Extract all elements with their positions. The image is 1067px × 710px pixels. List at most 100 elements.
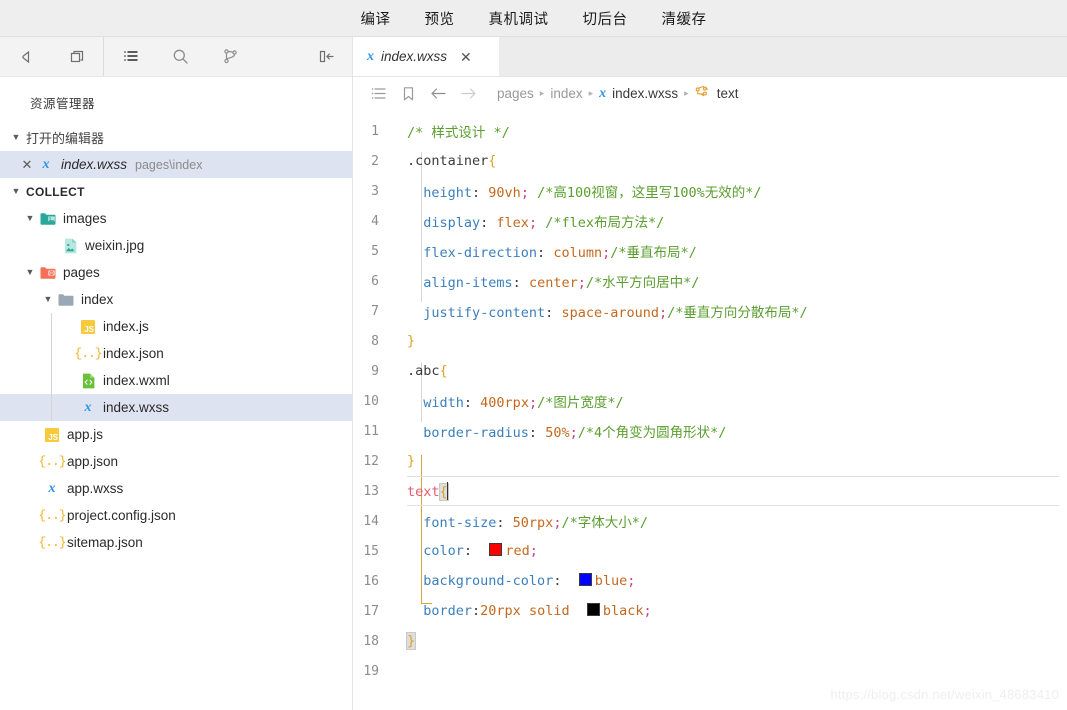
topbar-item-clear-cache[interactable]: 清缓存 [660, 6, 709, 31]
section-project-collect[interactable]: ▼ COLLECT [0, 178, 352, 205]
breadcrumb-item-index-wxss[interactable]: index.wxss [612, 86, 678, 101]
code-line: 5 flex-direction: column;/*垂直布局*/ [353, 236, 1067, 266]
explorer-icon[interactable] [118, 45, 142, 69]
code-token-punc: ; [528, 215, 538, 231]
breadcrumb: pages ▸ index ▸ x index.wxss ▸ text [497, 85, 738, 103]
code-line-text: } [393, 632, 417, 650]
sidebar-toolbar-group-left [0, 37, 104, 76]
code-token-selector: .container [407, 153, 489, 169]
code-line: 19 [353, 656, 1067, 686]
breadcrumb-item-pages[interactable]: pages [497, 86, 534, 101]
code-line-text: } [393, 453, 415, 469]
js-file-icon: JS [78, 319, 98, 334]
code-line: 8 } [353, 326, 1067, 356]
code-line-text: height: 90vh; /*高100视窗，这里写100%无效的*/ [393, 181, 762, 201]
tree-folder-pages[interactable]: ▼ pages [0, 259, 352, 286]
color-swatch-black[interactable] [586, 603, 600, 616]
file-tree: ▼ 打开的编辑器 ✕ x index.wxss pages\index ▼ CO… [0, 124, 352, 710]
topbar-item-preview[interactable]: 预览 [423, 6, 457, 31]
line-number: 15 [363, 543, 379, 559]
code-token-prop: border [407, 603, 473, 619]
code-token-comment: /* 样式设计 */ [407, 125, 510, 141]
tree-folder-index[interactable]: ▼ index [0, 286, 352, 313]
code-token-comment: /*图片宽度*/ [537, 395, 624, 411]
color-swatch-blue[interactable] [578, 573, 592, 586]
line-number: 5 [371, 243, 379, 259]
line-number: 8 [371, 333, 379, 349]
topbar-item-switch-background[interactable]: 切后台 [581, 6, 630, 31]
code-line: 1 /* 样式设计 */ [353, 116, 1067, 146]
sidebar-toolbar-group-right [314, 37, 352, 76]
code-token-prop: display [407, 215, 481, 231]
current-line-highlight [407, 476, 1059, 506]
tree-file-index-wxss[interactable]: x index.wxss [0, 394, 352, 421]
chevron-down-icon: ▼ [11, 186, 21, 196]
breadcrumb-item-index[interactable]: index [550, 86, 582, 101]
window-panels-icon[interactable] [65, 45, 89, 69]
tree-file-weixin-jpg[interactable]: weixin.jpg [0, 232, 352, 259]
code-token-punc: ; [658, 305, 668, 321]
code-line-text: flex-direction: column;/*垂直布局*/ [393, 241, 697, 261]
sidebar-toolbar [0, 37, 352, 77]
code-token-punc: ; [577, 275, 586, 291]
code-token-prop: flex-direction [407, 245, 538, 261]
line-number: 9 [371, 363, 379, 379]
bookmark-icon[interactable] [393, 81, 423, 107]
back-arrow-icon[interactable] [423, 81, 453, 107]
code-token-prop: justify-content [407, 305, 546, 321]
outline-icon[interactable] [363, 81, 393, 107]
code-line-text: display: flex; /*flex布局方法*/ [393, 211, 664, 231]
tree-folder-images[interactable]: ▼ images [0, 205, 352, 232]
collapse-sidebar-icon[interactable] [314, 45, 338, 69]
tree-file-app-js[interactable]: JS app.js [0, 421, 352, 448]
wxss-file-icon: x [42, 156, 50, 172]
code-token-comment: /*高100视窗，这里写100%无效的*/ [528, 185, 762, 201]
code-editor[interactable]: 1 /* 样式设计 */ 2 .container{ 3 height: 90v… [353, 110, 1067, 710]
tree-file-app-json-label: app.json [67, 454, 119, 469]
topbar-item-real-device-debug[interactable]: 真机调试 [487, 6, 551, 31]
wxss-file-icon: x [84, 399, 92, 415]
open-editor-item-label: index.wxss [61, 157, 128, 172]
code-line-text: justify-content: space-around;/*垂直方向分散布局… [393, 301, 807, 321]
close-icon[interactable]: ✕ [460, 50, 472, 64]
code-token-punc: ; [602, 245, 611, 261]
tree-file-sitemap-json[interactable]: {..} sitemap.json [0, 529, 352, 556]
code-line-text: .abc{ [393, 363, 448, 379]
tree-file-index-js-label: index.js [103, 319, 149, 334]
code-token-prop: align-items [407, 275, 513, 291]
code-token-plain: : [463, 543, 473, 559]
breadcrumb-item-text[interactable]: text [717, 86, 739, 101]
tree-file-app-json[interactable]: {..} app.json [0, 448, 352, 475]
topbar-item-compile[interactable]: 编译 [359, 6, 393, 31]
tree-file-index-wxml[interactable]: index.wxml [0, 367, 352, 394]
line-number: 6 [371, 273, 379, 289]
search-icon[interactable] [168, 45, 192, 69]
code-token-punc: ; [643, 603, 652, 619]
code-token-value: 400rpx [472, 395, 529, 411]
section-open-editors[interactable]: ▼ 打开的编辑器 [0, 124, 352, 151]
code-token-value: center [520, 275, 578, 291]
editor-area: x index.wxss ✕ pages ▸ index ▸ x index.w… [353, 37, 1067, 710]
tab-index-wxss[interactable]: x index.wxss ✕ [353, 37, 499, 76]
source-control-icon[interactable] [218, 45, 242, 69]
code-token-plain: : [528, 425, 538, 441]
tree-file-index-json[interactable]: {..} index.json [0, 340, 352, 367]
breadcrumb-separator: ▸ [588, 88, 594, 98]
close-icon[interactable]: ✕ [18, 158, 36, 171]
code-line: 2 .container{ [353, 146, 1067, 176]
line-number: 7 [371, 303, 379, 319]
color-swatch-red[interactable] [489, 543, 503, 556]
json-file-icon: {..} [74, 346, 102, 361]
section-project-label: COLLECT [26, 184, 85, 199]
tree-file-project-config-json[interactable]: {..} project.config.json [0, 502, 352, 529]
breadcrumb-separator: ▸ [539, 88, 545, 98]
tree-file-app-wxss[interactable]: x app.wxss [0, 475, 352, 502]
code-token-brace: } [407, 333, 416, 349]
tree-file-project-config-json-label: project.config.json [67, 508, 176, 523]
simulator-icon[interactable] [14, 45, 38, 69]
open-editor-item-index-wxss[interactable]: ✕ x index.wxss pages\index [0, 151, 352, 178]
forward-arrow-icon[interactable] [453, 81, 483, 107]
tree-file-index-js[interactable]: JS index.js [0, 313, 352, 340]
